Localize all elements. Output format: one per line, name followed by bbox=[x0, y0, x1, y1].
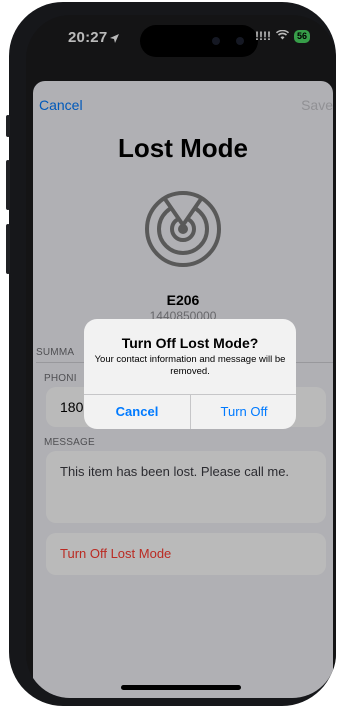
volume-down-button bbox=[6, 224, 10, 274]
alert-title: Turn Off Lost Mode? bbox=[121, 335, 259, 351]
home-indicator[interactable] bbox=[121, 685, 241, 690]
action-button bbox=[6, 115, 10, 137]
phone-frame: 20:27 !!!! 56 Cancel Save Lost Mode E206… bbox=[6, 2, 336, 706]
volume-up-button bbox=[6, 160, 10, 210]
screen: 20:27 !!!! 56 Cancel Save Lost Mode E206… bbox=[26, 15, 336, 698]
turn-off-alert: Turn Off Lost Mode? Your contact informa… bbox=[84, 319, 296, 429]
alert-cancel-button[interactable]: Cancel bbox=[84, 395, 190, 429]
alert-turn-off-button[interactable]: Turn Off bbox=[191, 395, 296, 429]
alert-message: Your contact information and message wil… bbox=[94, 354, 286, 377]
